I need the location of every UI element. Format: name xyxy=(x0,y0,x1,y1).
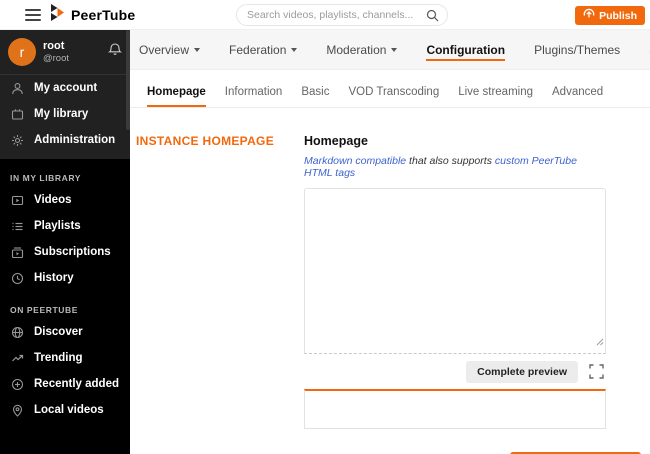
tab-basic[interactable]: Basic xyxy=(301,86,329,107)
search-input[interactable] xyxy=(237,5,415,25)
nav-federation[interactable]: Federation xyxy=(229,39,298,61)
section-title-in-my-library: IN MY LIBRARY xyxy=(10,173,82,183)
complete-preview-button[interactable]: Complete preview xyxy=(466,361,578,383)
upload-icon xyxy=(583,8,595,23)
sidebar-item-label: My account xyxy=(34,82,98,94)
library-icon xyxy=(10,107,24,121)
markdown-toolbar: Complete preview xyxy=(304,354,606,389)
sidebar-item-trending[interactable]: Trending xyxy=(0,345,130,371)
homepage-form: INSTANCE HOMEPAGE Homepage Markdown comp… xyxy=(130,108,650,429)
sidebar-item-my-account[interactable]: My account xyxy=(0,75,130,101)
markdown-preview-panel xyxy=(304,389,606,429)
section-heading-instance-homepage: INSTANCE HOMEPAGE xyxy=(136,134,274,148)
nav-label: Overview xyxy=(139,42,190,57)
nav-label: Federation xyxy=(229,42,287,57)
trending-icon xyxy=(10,351,24,365)
tab-live-streaming[interactable]: Live streaming xyxy=(458,86,533,107)
publish-button[interactable]: Publish xyxy=(575,6,645,25)
homepage-markdown-textarea[interactable] xyxy=(304,188,606,354)
video-icon xyxy=(10,193,24,207)
chevron-down-icon xyxy=(391,47,398,52)
sidebar-item-recently-added[interactable]: Recently added xyxy=(0,371,130,397)
nav-configuration[interactable]: Configuration xyxy=(426,39,506,61)
sidebar-item-label: Discover xyxy=(34,326,83,338)
sidebar-item-history[interactable]: History xyxy=(0,265,130,291)
history-icon xyxy=(10,271,24,285)
sidebar-item-label: Administration xyxy=(34,134,116,146)
markdown-compatible-link[interactable]: Markdown compatible xyxy=(304,155,406,167)
user-row: r root @root xyxy=(0,38,130,75)
notifications-bell-icon[interactable] xyxy=(107,42,123,62)
peertube-logo[interactable]: PeerTube xyxy=(50,4,135,26)
sidebar-item-label: Subscriptions xyxy=(34,246,111,258)
user-names: root @root xyxy=(43,40,108,64)
sidebar-item-label: Recently added xyxy=(34,378,119,390)
sidebar-item-playlists[interactable]: Playlists xyxy=(0,213,130,239)
tab-information[interactable]: Information xyxy=(225,86,283,107)
peertube-logo-icon xyxy=(50,4,65,26)
nav-label: Configuration xyxy=(426,42,506,57)
sidebar-item-label: Local videos xyxy=(34,404,104,416)
sidebar-item-label: My library xyxy=(34,108,89,120)
user-handle: @root xyxy=(43,53,70,64)
publish-label: Publish xyxy=(599,9,637,22)
search-icon[interactable] xyxy=(426,9,439,27)
sidebar-item-videos[interactable]: Videos xyxy=(0,187,130,213)
maximize-icon[interactable] xyxy=(588,364,604,380)
top-header: PeerTube Publish xyxy=(0,0,650,30)
help-middle-text: that also supports xyxy=(406,155,495,167)
sidebar-item-administration[interactable]: Administration xyxy=(0,127,130,153)
homepage-field-label: Homepage xyxy=(304,134,368,148)
tab-vod-transcoding[interactable]: VOD Transcoding xyxy=(348,86,439,107)
sidebar-item-local-videos[interactable]: Local videos xyxy=(0,397,130,423)
admin-main: Overview Federation Moderation Configura… xyxy=(130,30,650,454)
nav-overview[interactable]: Overview xyxy=(139,39,201,61)
avatar[interactable]: r xyxy=(8,38,36,66)
tab-advanced[interactable]: Advanced xyxy=(552,86,603,107)
nav-moderation[interactable]: Moderation xyxy=(326,39,398,61)
sidebar-item-label: History xyxy=(34,272,74,284)
sidebar-item-discover[interactable]: Discover xyxy=(0,319,130,345)
nav-label: Plugins/Themes xyxy=(534,42,621,57)
chevron-down-icon xyxy=(291,47,298,52)
admin-nav: Overview Federation Moderation Configura… xyxy=(130,30,650,70)
sidebar-item-subscriptions[interactable]: Subscriptions xyxy=(0,239,130,265)
sidebar-item-my-library[interactable]: My library xyxy=(0,101,130,127)
sidebar-item-label: Videos xyxy=(34,194,72,206)
user-menu-block: r root @root My account My library Admin… xyxy=(0,30,130,159)
map-pin-icon xyxy=(10,403,24,417)
sidebar-item-label: Playlists xyxy=(34,220,81,232)
markdown-help-text: Markdown compatible that also supports c… xyxy=(304,155,606,179)
user-icon xyxy=(10,81,24,95)
section-title-on-peertube: ON PEERTUBE xyxy=(10,305,78,315)
nav-plugins-themes[interactable]: Plugins/Themes xyxy=(534,39,620,61)
tab-homepage[interactable]: Homepage xyxy=(147,86,206,107)
sidebar: r root @root My account My library Admin… xyxy=(0,30,130,454)
nav-label: Moderation xyxy=(326,42,387,57)
plus-circle-icon xyxy=(10,377,24,391)
globe-icon xyxy=(10,325,24,339)
user-name: root xyxy=(43,40,65,52)
logo-text: PeerTube xyxy=(71,7,136,23)
configuration-tabs: Homepage Information Basic VOD Transcodi… xyxy=(130,70,650,108)
subscriptions-icon xyxy=(10,245,24,259)
menu-toggle-icon[interactable] xyxy=(25,9,41,21)
sidebar-item-label: Trending xyxy=(34,352,83,364)
search-bar xyxy=(236,4,448,26)
playlist-icon xyxy=(10,219,24,233)
chevron-down-icon xyxy=(194,47,201,52)
gear-icon xyxy=(10,133,24,147)
